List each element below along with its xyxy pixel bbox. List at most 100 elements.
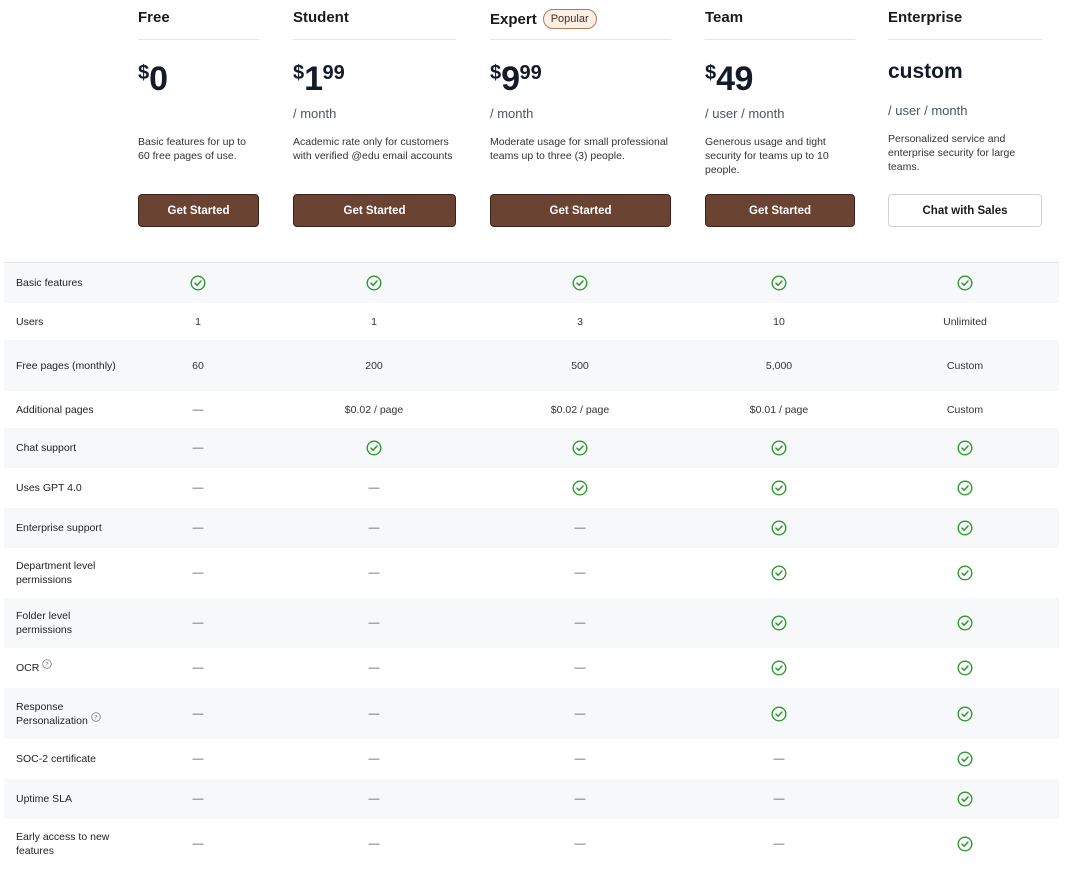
feature-label: Additional pages	[16, 403, 94, 416]
price-cents: 99	[322, 62, 345, 84]
price-amount: 9	[501, 60, 520, 98]
not-included-dash: —	[574, 662, 586, 674]
table-row: Department level permissions — — —	[4, 548, 1059, 598]
feature-label: Enterprise support	[16, 522, 102, 534]
check-circle-icon	[957, 660, 973, 676]
feature-label: Basic features	[16, 277, 83, 289]
price-currency: $	[490, 62, 502, 84]
check-circle-icon	[771, 615, 787, 631]
check-circle-icon	[957, 836, 973, 852]
plan-divider	[705, 39, 855, 40]
feature-label: Free pages (monthly)	[16, 359, 116, 372]
plan-price: $999	[490, 60, 542, 99]
feature-comparison-table: Basic features Users 1 1 3 10 Unlimited Free pa…	[4, 262, 1059, 857]
not-included-dash: —	[773, 793, 785, 805]
not-included-dash: —	[368, 522, 380, 534]
check-circle-icon	[957, 705, 973, 722]
not-included-dash: —	[574, 707, 586, 720]
feature-value: 1	[195, 315, 201, 328]
not-included-dash: —	[773, 753, 785, 765]
feature-label: Chat support	[16, 442, 77, 454]
not-included-dash: —	[368, 707, 380, 720]
feature-value: 3	[577, 315, 583, 328]
not-included-dash: —	[192, 403, 204, 416]
feature-label: SOC-2 certificate	[16, 753, 96, 765]
feature-label: Early access to new features	[16, 831, 110, 857]
feature-value: 500	[571, 359, 589, 372]
feature-value: 1	[371, 315, 377, 328]
feature-value: $0.02 / page	[550, 403, 610, 416]
check-circle-icon	[957, 751, 973, 767]
plan-divider	[138, 39, 259, 40]
check-circle-icon	[957, 480, 973, 496]
get-started-button[interactable]: Get Started	[138, 194, 259, 227]
not-included-dash: —	[773, 838, 785, 850]
check-circle-icon	[366, 440, 382, 456]
table-row: Folder level permissions — — —	[4, 598, 1059, 648]
not-included-dash: —	[574, 567, 586, 579]
check-circle-icon	[957, 565, 973, 581]
feature-value: Unlimited	[943, 315, 987, 328]
price-amount: 0	[149, 60, 168, 98]
feature-value: 200	[365, 359, 383, 372]
price-amount: 49	[716, 60, 753, 98]
not-included-dash: —	[368, 567, 380, 579]
not-included-dash: —	[368, 753, 380, 765]
check-circle-icon	[957, 520, 973, 536]
plan-price: custom	[888, 60, 963, 83]
price-cents: 99	[519, 62, 542, 84]
plan-name: Expert Popular	[490, 9, 597, 29]
price-currency: $	[705, 62, 717, 84]
chat-with-sales-button[interactable]: Chat with Sales	[888, 194, 1042, 227]
get-started-button[interactable]: Get Started	[490, 194, 671, 227]
plan-name: Enterprise	[888, 9, 963, 26]
check-circle-icon	[771, 705, 787, 722]
table-row: SOC-2 certificate — — — —	[4, 739, 1059, 779]
plan-name: Team	[705, 9, 744, 26]
check-circle-icon	[771, 520, 787, 536]
not-included-dash: —	[574, 753, 586, 765]
not-included-dash: —	[192, 838, 204, 850]
check-circle-icon	[957, 615, 973, 631]
check-circle-icon	[771, 660, 787, 676]
check-circle-icon	[190, 275, 206, 291]
check-circle-icon	[366, 275, 382, 291]
price-currency: $	[293, 62, 305, 84]
feature-value: Custom	[946, 359, 984, 372]
not-included-dash: —	[368, 793, 380, 805]
plan-description: Personalized service and enterprise secu…	[888, 133, 1016, 173]
not-included-dash: —	[192, 442, 204, 454]
check-circle-icon	[572, 480, 588, 496]
not-included-dash: —	[574, 793, 586, 805]
check-circle-icon	[957, 791, 973, 807]
table-row: Chat support —	[4, 428, 1059, 468]
plan-price: $0	[138, 60, 168, 99]
not-included-dash: —	[368, 482, 380, 494]
check-circle-icon	[771, 275, 787, 291]
feature-value: 60	[192, 359, 204, 372]
plan-name: Student	[293, 9, 349, 26]
not-included-dash: —	[192, 522, 204, 534]
feature-label: Users	[16, 315, 44, 328]
check-circle-icon	[572, 275, 588, 291]
table-row: Response Personalization? — — —	[4, 688, 1059, 739]
get-started-button[interactable]: Get Started	[705, 194, 855, 227]
not-included-dash: —	[192, 662, 204, 674]
plan-divider	[490, 39, 671, 40]
plan-description: Generous usage and tight security for te…	[705, 136, 829, 176]
table-row: Uptime SLA — — — —	[4, 779, 1059, 819]
get-started-button[interactable]: Get Started	[293, 194, 456, 227]
not-included-dash: —	[192, 567, 204, 579]
not-included-dash: —	[192, 753, 204, 765]
plan-period: / month	[293, 106, 337, 121]
question-circle-icon[interactable]: ?	[42, 659, 53, 673]
price-currency: $	[138, 62, 150, 84]
table-row: OCR? — — —	[4, 648, 1059, 688]
feature-label: Response Personalization?	[16, 700, 126, 728]
question-circle-icon[interactable]: ?	[91, 711, 101, 726]
plan-divider	[888, 39, 1042, 40]
plan-period: / month	[490, 106, 534, 121]
svg-text:?: ?	[46, 660, 49, 668]
table-row: Uses GPT 4.0 — —	[4, 468, 1059, 508]
feature-label: Uses GPT 4.0	[16, 482, 82, 494]
